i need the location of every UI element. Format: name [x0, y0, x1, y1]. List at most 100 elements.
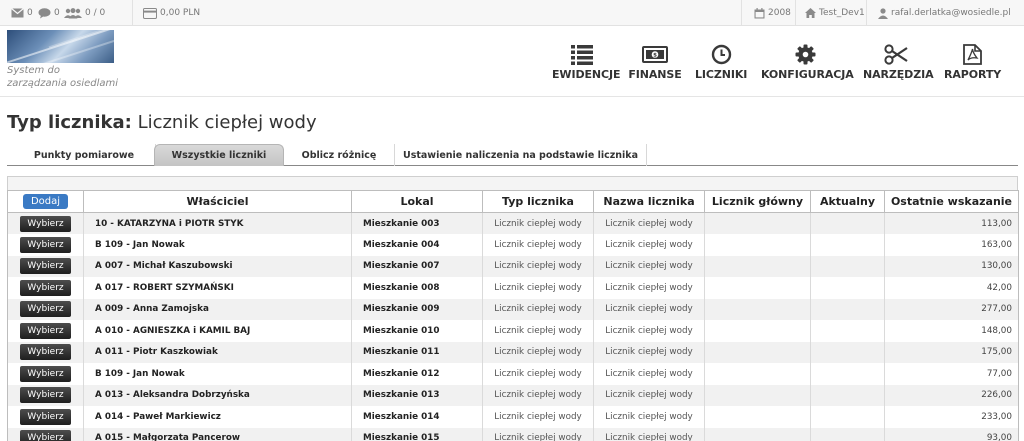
- select-button[interactable]: Wybierz: [20, 322, 71, 339]
- table-row[interactable]: Wybierz A 015 - Małgorzata Pancerow Mieszk…: [7, 427, 1019, 441]
- table-row[interactable]: Wybierz A 013 - Aleksandra Dobrzyńska Mies…: [7, 384, 1019, 406]
- owner-cell: A 009 - Anna Zamojska: [83, 298, 352, 320]
- tab-punkty-pomiarowe[interactable]: Punkty pomiarowe: [13, 144, 156, 166]
- main-meter-cell: [704, 363, 811, 385]
- owner-cell: B 109 - Jan Nowak: [83, 363, 352, 385]
- select-cell: Wybierz: [7, 341, 84, 363]
- table-row[interactable]: Wybierz B 109 - Jan Nowak Mieszkanie 004 Li…: [7, 234, 1019, 256]
- database-selector[interactable]: Test_Dev1: [805, 0, 865, 26]
- envelope-icon: [11, 8, 24, 18]
- user-menu[interactable]: rafal.derlatka@wosiedle.pl: [878, 0, 1011, 26]
- column-header-last-reading[interactable]: Ostatnie wskazanie: [884, 190, 1019, 213]
- meter-name-cell: Licznik ciepłej wody: [593, 255, 705, 277]
- users-icon: [64, 7, 82, 18]
- meter-type-cell: Licznik ciepłej wody: [482, 234, 594, 256]
- table-row[interactable]: Wybierz A 011 - Piotr Kaszkowiak Mieszkani…: [7, 341, 1019, 363]
- tab-ustawienie-naliczenia[interactable]: Ustawienie naliczenia na podstawie liczn…: [395, 144, 647, 166]
- owner-cell: B 109 - Jan Nowak: [83, 234, 352, 256]
- nav-narzedzia[interactable]: NARZĘDZIA: [863, 44, 934, 84]
- balance-value: 0,00 PLN: [160, 8, 201, 18]
- main-meter-cell: [704, 320, 811, 342]
- select-button[interactable]: Wybierz: [20, 236, 71, 253]
- tab-wszystkie-liczniki[interactable]: Wszystkie liczniki: [154, 144, 284, 166]
- table-row[interactable]: Wybierz B 109 - Jan Nowak Mieszkanie 012 Li…: [7, 363, 1019, 385]
- divider: [741, 0, 742, 26]
- column-header-meter-name[interactable]: Nazwa licznika: [593, 190, 705, 213]
- select-button[interactable]: Wybierz: [20, 387, 71, 404]
- current-cell: [810, 255, 885, 277]
- top-status-bar: 0 0 0 / 0 0,00 PLN 2008 Test_Dev1 rafal.…: [0, 0, 1024, 26]
- current-cell: [810, 406, 885, 428]
- select-button[interactable]: Wybierz: [20, 430, 71, 441]
- main-meter-cell: [704, 384, 811, 406]
- table-row[interactable]: Wybierz A 014 - Paweł Markiewicz Mieszkani…: [7, 406, 1019, 428]
- column-header-unit[interactable]: Lokal: [351, 190, 483, 213]
- column-header-current[interactable]: Aktualny: [810, 190, 885, 213]
- unit-cell: Mieszkanie 010: [351, 320, 483, 342]
- nav-konfiguracja[interactable]: KONFIGURACJA: [761, 44, 854, 84]
- header-divider: [0, 96, 1024, 97]
- last-reading-cell: 113,00: [884, 212, 1019, 234]
- meter-name-cell: Licznik ciepłej wody: [593, 212, 705, 234]
- select-button[interactable]: Wybierz: [20, 301, 71, 318]
- user-email: rafal.derlatka@wosiedle.pl: [891, 8, 1011, 18]
- owner-cell: A 015 - Małgorzata Pancerow: [83, 427, 352, 441]
- table-row[interactable]: Wybierz A 007 - Michał Kaszubowski Mieszka…: [7, 255, 1019, 277]
- users-indicator[interactable]: 0 / 0: [64, 0, 105, 26]
- logo-image[interactable]: [7, 30, 114, 63]
- current-cell: [810, 363, 885, 385]
- main-meter-cell: [704, 255, 811, 277]
- current-cell: [810, 212, 885, 234]
- table-row[interactable]: Wybierz A 010 - AGNIESZKA i KAMIL BAJ Mies…: [7, 320, 1019, 342]
- select-button[interactable]: Wybierz: [20, 258, 71, 275]
- nav-label: EWIDENCJE: [552, 68, 621, 81]
- last-reading-cell: 277,00: [884, 298, 1019, 320]
- select-button[interactable]: Wybierz: [20, 408, 71, 425]
- tab-bar: Punkty pomiarowe Wszystkie liczniki Obli…: [7, 144, 1018, 166]
- select-cell: Wybierz: [7, 406, 84, 428]
- table-row[interactable]: Wybierz A 009 - Anna Zamojska Mieszkanie 0…: [7, 298, 1019, 320]
- table-row[interactable]: Wybierz 10 - KATARZYNA i PIOTR STYK Mieszk…: [7, 212, 1019, 234]
- app-tagline: System do zarządzania osiedlami: [7, 65, 119, 89]
- balance-indicator[interactable]: 0,00 PLN: [143, 0, 200, 26]
- meter-name-cell: Licznik ciepłej wody: [593, 341, 705, 363]
- meter-type-cell: Licznik ciepłej wody: [482, 277, 594, 299]
- last-reading-cell: 233,00: [884, 406, 1019, 428]
- credit-card-icon: [143, 7, 157, 19]
- owner-cell: A 010 - AGNIESZKA i KAMIL BAJ: [83, 320, 352, 342]
- nav-raporty[interactable]: RAPORTY: [944, 44, 1001, 84]
- select-button[interactable]: Wybierz: [20, 344, 71, 361]
- column-header-owner[interactable]: Właściciel: [83, 190, 352, 213]
- meter-name-cell: Licznik ciepłej wody: [593, 320, 705, 342]
- table-row[interactable]: Wybierz A 017 - ROBERT SZYMAŃSKI Mieszkani…: [7, 277, 1019, 299]
- page-title: Typ licznika: Licznik ciepłej wody: [7, 112, 317, 133]
- select-button[interactable]: Wybierz: [20, 215, 71, 232]
- meter-type-cell: Licznik ciepłej wody: [482, 363, 594, 385]
- year-selector[interactable]: 2008: [754, 0, 791, 26]
- comment-icon: [38, 7, 51, 18]
- nav-liczniki[interactable]: LICZNIKI: [695, 44, 747, 84]
- pdf-icon: [962, 44, 982, 65]
- comments-indicator[interactable]: 0: [38, 0, 60, 26]
- column-header-main-meter[interactable]: Licznik główny: [704, 190, 811, 213]
- last-reading-cell: 130,00: [884, 255, 1019, 277]
- page-title-prefix: Typ licznika:: [7, 112, 132, 133]
- nav-label: FINANSE: [628, 68, 682, 81]
- meter-type-cell: Licznik ciepłej wody: [482, 384, 594, 406]
- select-cell: Wybierz: [7, 320, 84, 342]
- nav-ewidencje[interactable]: EWIDENCJE: [552, 44, 621, 84]
- unit-cell: Mieszkanie 008: [351, 277, 483, 299]
- current-cell: [810, 384, 885, 406]
- column-header-meter-type[interactable]: Typ licznika: [482, 190, 594, 213]
- select-button[interactable]: Wybierz: [20, 279, 71, 296]
- tab-oblicz-roznice[interactable]: Oblicz różnicę: [284, 144, 395, 166]
- nav-finanse[interactable]: $ FINANSE: [628, 44, 682, 84]
- meter-name-cell: Licznik ciepłej wody: [593, 298, 705, 320]
- select-button[interactable]: Wybierz: [20, 365, 71, 382]
- last-reading-cell: 42,00: [884, 277, 1019, 299]
- unit-cell: Mieszkanie 015: [351, 427, 483, 441]
- unit-cell: Mieszkanie 007: [351, 255, 483, 277]
- meter-type-cell: Licznik ciepłej wody: [482, 427, 594, 441]
- messages-indicator[interactable]: 0: [11, 0, 33, 26]
- add-button[interactable]: Dodaj: [22, 194, 69, 209]
